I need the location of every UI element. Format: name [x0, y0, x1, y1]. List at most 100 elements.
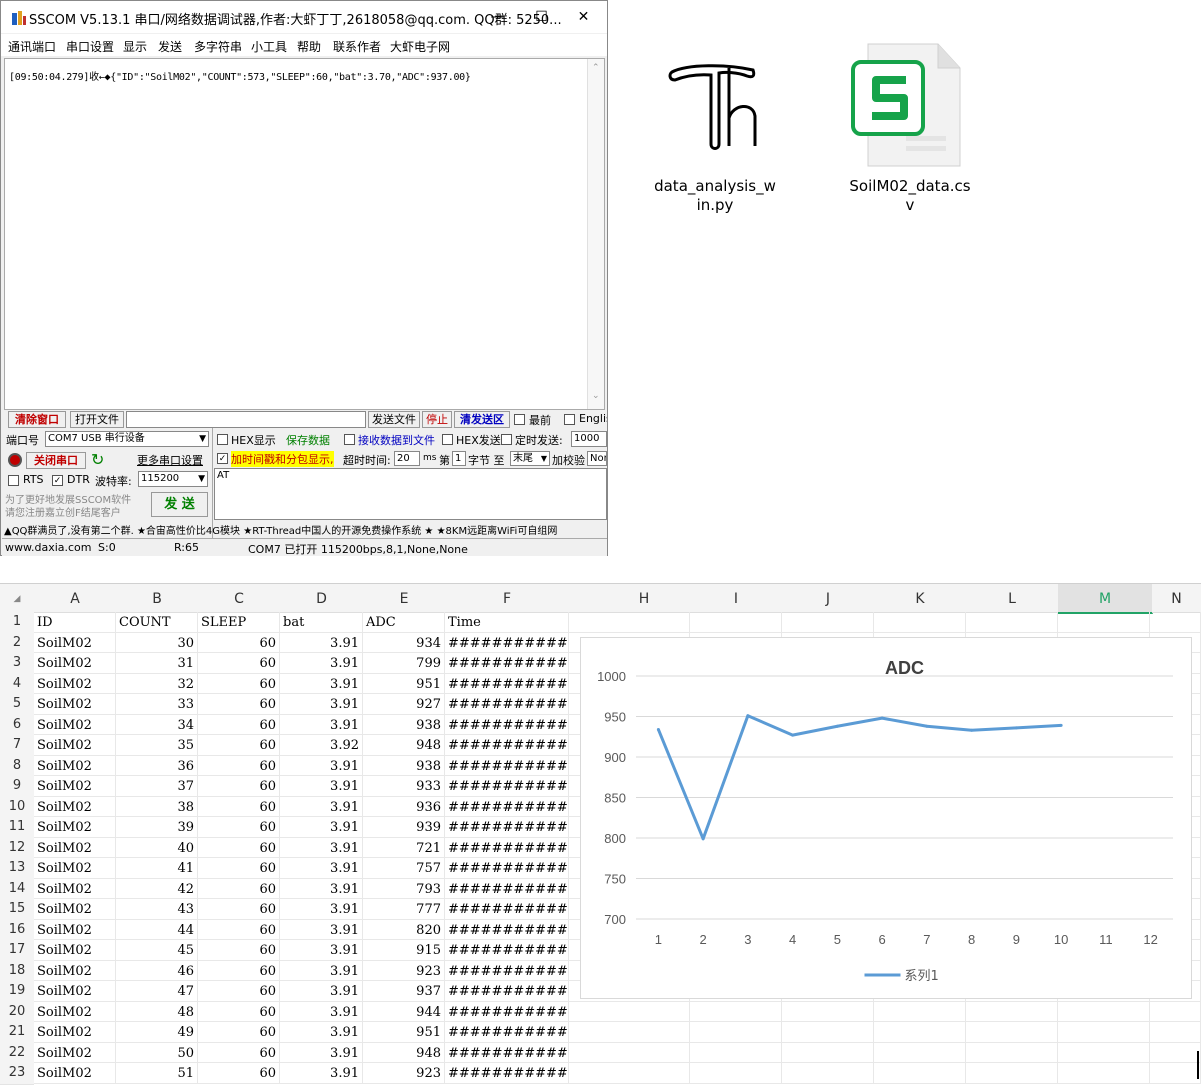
table-cell[interactable]: ############# [445, 1001, 569, 1022]
menu-serial-settings[interactable]: 串口设置 [66, 38, 114, 55]
clear-window-button[interactable]: 清除窗口 [8, 411, 66, 428]
table-cell[interactable]: 60 [198, 858, 280, 879]
table-cell[interactable]: ############# [445, 981, 569, 1002]
table-cell[interactable]: 49 [116, 1022, 198, 1043]
row-header[interactable]: 11 [0, 817, 34, 839]
row-header[interactable]: 8 [0, 755, 34, 777]
row-header[interactable]: 16 [0, 919, 34, 941]
table-cell[interactable]: 938 [363, 714, 445, 735]
send-button[interactable]: 发 送 [151, 492, 208, 517]
status-website[interactable]: www.daxia.com [5, 541, 92, 554]
table-cell[interactable]: 757 [363, 858, 445, 879]
table-cell[interactable]: SoilM02 [34, 632, 116, 653]
column-header-g-partial[interactable] [569, 584, 599, 613]
table-cell[interactable]: 3.91 [280, 817, 363, 838]
table-cell[interactable]: SoilM02 [34, 899, 116, 920]
table-cell[interactable]: 60 [198, 1042, 280, 1063]
table-cell[interactable]: ############# [445, 653, 569, 674]
table-cell[interactable]: 60 [198, 755, 280, 776]
row-header[interactable]: 15 [0, 899, 34, 921]
table-cell[interactable]: 37 [116, 776, 198, 797]
menu-website[interactable]: 大虾电子网 [390, 38, 450, 55]
header-cell[interactable]: Time [445, 612, 569, 633]
column-header-f[interactable]: F [445, 584, 570, 613]
table-cell[interactable]: ############# [445, 960, 569, 981]
row-header[interactable]: 21 [0, 1022, 34, 1044]
table-cell[interactable]: 60 [198, 714, 280, 735]
row-header[interactable]: 17 [0, 940, 34, 962]
table-cell[interactable]: 60 [198, 940, 280, 961]
table-cell[interactable]: 39 [116, 817, 198, 838]
row-header[interactable]: 7 [0, 735, 34, 757]
select-all-corner[interactable]: ◢ [0, 584, 35, 613]
table-cell[interactable]: 60 [198, 899, 280, 920]
table-cell[interactable]: 51 [116, 1063, 198, 1084]
header-cell[interactable]: COUNT [116, 612, 198, 633]
row-header[interactable]: 3 [0, 653, 34, 675]
hex-send-checkbox[interactable] [442, 434, 453, 445]
column-header-e[interactable]: E [363, 584, 446, 613]
table-cell[interactable]: SoilM02 [34, 858, 116, 879]
save-data-button[interactable]: 保存数据 [286, 432, 330, 448]
timed-interval-input[interactable]: 1000 [571, 431, 607, 447]
row-header[interactable]: 10 [0, 796, 34, 818]
table-cell[interactable]: ############# [445, 755, 569, 776]
row-header[interactable]: 9 [0, 776, 34, 798]
clear-send-button[interactable]: 清发送区 [454, 411, 510, 428]
table-cell[interactable]: 820 [363, 919, 445, 940]
baud-select[interactable]: 115200 ▼ [138, 471, 208, 487]
table-cell[interactable]: 60 [198, 981, 280, 1002]
menu-tools[interactable]: 小工具 [251, 38, 287, 55]
table-cell[interactable]: SoilM02 [34, 1001, 116, 1022]
table-cell[interactable]: 34 [116, 714, 198, 735]
table-cell[interactable]: SoilM02 [34, 1063, 116, 1084]
table-cell[interactable]: 793 [363, 878, 445, 899]
file-path-input[interactable] [126, 411, 366, 428]
table-cell[interactable]: 60 [198, 796, 280, 817]
table-cell[interactable]: SoilM02 [34, 776, 116, 797]
table-cell[interactable]: ############# [445, 858, 569, 879]
column-header-a[interactable]: A [34, 584, 117, 613]
column-header-i[interactable]: I [690, 584, 783, 613]
close-port-button[interactable]: 关闭串口 [26, 452, 86, 469]
table-cell[interactable]: ############# [445, 776, 569, 797]
table-cell[interactable]: 60 [198, 817, 280, 838]
row-header[interactable]: 20 [0, 1001, 34, 1023]
table-cell[interactable]: SoilM02 [34, 817, 116, 838]
table-cell[interactable]: 934 [363, 632, 445, 653]
table-cell[interactable]: SoilM02 [34, 981, 116, 1002]
table-cell[interactable]: 60 [198, 735, 280, 756]
table-cell[interactable]: 46 [116, 960, 198, 981]
table-cell[interactable]: 3.91 [280, 1001, 363, 1022]
adc-line-chart[interactable]: ADC 1000 950 900 850 800 750 700 1 2 3 4 5 6 7 8 9 10 11 12… [580, 637, 1192, 999]
empty-cells[interactable] [569, 1063, 1201, 1084]
row-header[interactable]: 2 [0, 632, 34, 654]
table-cell[interactable]: ############# [445, 735, 569, 756]
table-cell[interactable]: SoilM02 [34, 960, 116, 981]
table-cell[interactable]: 927 [363, 694, 445, 715]
table-cell[interactable]: 3.91 [280, 1022, 363, 1043]
column-header-l[interactable]: L [966, 584, 1059, 613]
dtr-checkbox[interactable]: ✓ [52, 475, 63, 486]
send-file-button[interactable]: 发送文件 [368, 411, 420, 428]
table-cell[interactable]: 48 [116, 1001, 198, 1022]
table-cell[interactable]: 36 [116, 755, 198, 776]
timestamp-checkbox[interactable]: ✓ [217, 453, 228, 464]
english-checkbox[interactable] [564, 414, 575, 425]
menu-contact[interactable]: 联系作者 [333, 38, 381, 55]
table-cell[interactable]: 721 [363, 837, 445, 858]
table-cell[interactable]: SoilM02 [34, 837, 116, 858]
row-header[interactable]: 6 [0, 714, 34, 736]
row-header[interactable]: 1 [0, 612, 34, 634]
table-cell[interactable]: 3.91 [280, 837, 363, 858]
recv-to-file-checkbox[interactable] [344, 434, 355, 445]
table-cell[interactable]: SoilM02 [34, 755, 116, 776]
table-cell[interactable]: ############# [445, 899, 569, 920]
receive-area[interactable]: [09:50:04.279]收←◆{"ID":"SoilM02","COUNT"… [4, 58, 605, 410]
table-cell[interactable]: SoilM02 [34, 1042, 116, 1063]
checksum-select[interactable]: None [587, 451, 607, 466]
table-cell[interactable]: 3.91 [280, 940, 363, 961]
more-settings-button[interactable]: 更多串口设置 [137, 452, 203, 468]
table-cell[interactable]: 3.91 [280, 919, 363, 940]
table-cell[interactable]: SoilM02 [34, 1022, 116, 1043]
